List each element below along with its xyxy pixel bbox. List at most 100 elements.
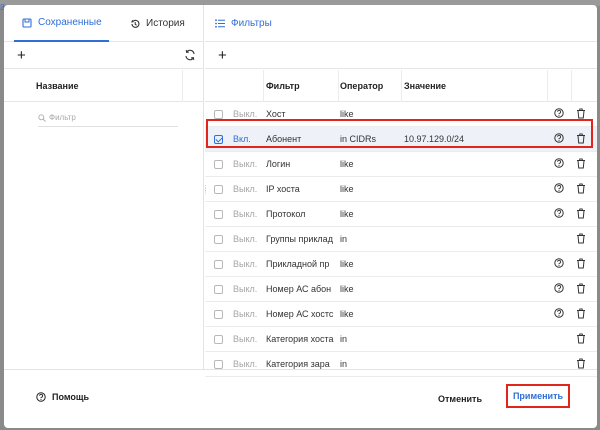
help-icon (36, 392, 46, 402)
column-separator (547, 70, 548, 102)
column-separator (182, 70, 183, 102)
row-operator[interactable]: like (340, 284, 354, 294)
row-status: Выкл. (233, 284, 258, 294)
name-column-label: Название (36, 81, 79, 91)
row-operator[interactable]: like (340, 259, 354, 269)
table-row[interactable]: Вкл. Абонент in CIDRs 10.97.129.0/24 (205, 127, 597, 152)
column-filter: Фильтр (266, 81, 300, 91)
table-row[interactable]: Выкл. Хост like (205, 102, 597, 127)
help-icon[interactable] (554, 158, 564, 170)
row-status: Вкл. (233, 134, 251, 144)
table-row[interactable]: Выкл. IP хоста like (205, 177, 597, 202)
row-status: Выкл. (233, 334, 258, 344)
row-checkbox[interactable] (214, 235, 223, 244)
row-status: Выкл. (233, 109, 258, 119)
tab-history[interactable]: История (116, 5, 196, 42)
table-row[interactable]: Выкл. Прикладной пр like (205, 252, 597, 277)
row-status: Выкл. (233, 259, 258, 269)
column-separator (401, 70, 402, 102)
row-status: Выкл. (233, 234, 258, 244)
row-checkbox[interactable] (214, 310, 223, 319)
table-row[interactable]: Выкл. Номер АС абон like (205, 277, 597, 302)
help-button[interactable]: Помощь (36, 392, 89, 402)
trash-icon[interactable] (576, 158, 586, 171)
row-operator[interactable]: in (340, 234, 347, 244)
trash-icon[interactable] (576, 283, 586, 296)
trash-icon[interactable] (576, 208, 586, 221)
row-operator[interactable]: like (340, 184, 354, 194)
row-operator[interactable]: like (340, 309, 354, 319)
row-filter-name: Абонент (266, 134, 302, 144)
row-operator[interactable]: like (340, 209, 354, 219)
filters-table-body: Выкл. Хост like Вкл. Абонент in CIDRs 10.97.12… (205, 102, 597, 377)
row-checkbox[interactable] (214, 285, 223, 294)
trash-icon[interactable] (576, 133, 586, 146)
column-separator (338, 70, 339, 102)
help-icon[interactable] (554, 308, 564, 320)
refresh-icon[interactable] (184, 49, 196, 61)
trash-icon[interactable] (576, 233, 586, 246)
floppy-icon (22, 17, 32, 28)
row-status: Выкл. (233, 159, 258, 169)
saved-filters-panel: Сохраненные История + Название Фильтр (4, 5, 204, 369)
row-checkbox[interactable] (214, 135, 223, 144)
trash-icon[interactable] (576, 308, 586, 321)
help-icon[interactable] (554, 108, 564, 120)
row-checkbox[interactable] (214, 210, 223, 219)
row-filter-name: IP хоста (266, 184, 300, 194)
left-tabs: Сохраненные История (4, 5, 204, 42)
filters-dialog: Сохраненные История + Название Фильтр ⋮ … (4, 5, 597, 428)
tab-saved[interactable]: Сохраненные (14, 5, 109, 42)
table-row[interactable]: Выкл. Категория хоста in (205, 327, 597, 352)
row-status: Выкл. (233, 359, 258, 369)
row-checkbox[interactable] (214, 160, 223, 169)
help-icon[interactable] (554, 283, 564, 295)
row-filter-name: Протокол (266, 209, 306, 219)
trash-icon[interactable] (576, 333, 586, 346)
trash-icon[interactable] (576, 183, 586, 196)
row-filter-name: Номер АС хостс (266, 309, 334, 319)
tab-saved-label: Сохраненные (38, 17, 102, 28)
row-checkbox[interactable] (214, 110, 223, 119)
tab-history-label: История (146, 18, 185, 29)
table-row[interactable]: Выкл. Протокол like (205, 202, 597, 227)
row-checkbox[interactable] (214, 185, 223, 194)
search-placeholder: Фильтр (49, 113, 76, 122)
help-icon[interactable] (554, 208, 564, 220)
table-row[interactable]: Выкл. Группы приклад in (205, 227, 597, 252)
trash-icon[interactable] (576, 258, 586, 271)
row-operator[interactable]: like (340, 159, 354, 169)
help-icon[interactable] (554, 133, 564, 145)
row-status: Выкл. (233, 309, 258, 319)
row-operator[interactable]: in (340, 359, 347, 369)
filters-title: Фильтры (231, 17, 272, 29)
column-value: Значение (404, 81, 447, 91)
add-saved-filter-button[interactable]: + (17, 48, 26, 63)
filters-header: Фильтры (205, 5, 597, 42)
add-filter-button[interactable]: + (218, 48, 227, 63)
search-input[interactable]: Фильтр (38, 109, 178, 127)
apply-button[interactable]: Применить (506, 384, 570, 408)
row-value[interactable]: 10.97.129.0/24 (404, 134, 464, 144)
cancel-button[interactable]: Отменить (438, 394, 482, 404)
row-filter-name: Группы приклад (266, 234, 333, 244)
row-operator[interactable]: in (340, 334, 347, 344)
name-column-header: Название (4, 70, 204, 102)
row-status: Выкл. (233, 209, 258, 219)
trash-icon[interactable] (576, 108, 586, 121)
row-filter-name: Хост (266, 109, 286, 119)
row-checkbox[interactable] (214, 260, 223, 269)
row-operator[interactable]: like (340, 109, 354, 119)
table-row[interactable]: Выкл. Логин like (205, 152, 597, 177)
column-operator: Оператор (340, 81, 384, 91)
filters-toolbar: + (205, 43, 597, 69)
table-row[interactable]: Выкл. Номер АС хостс like (205, 302, 597, 327)
help-icon[interactable] (554, 258, 564, 270)
dialog-footer: Помощь Отменить Применить (4, 369, 597, 428)
row-checkbox[interactable] (214, 360, 223, 369)
row-checkbox[interactable] (214, 335, 223, 344)
column-separator (263, 70, 264, 102)
help-icon[interactable] (554, 183, 564, 195)
row-operator[interactable]: in CIDRs (340, 134, 376, 144)
apply-label: Применить (512, 391, 564, 401)
